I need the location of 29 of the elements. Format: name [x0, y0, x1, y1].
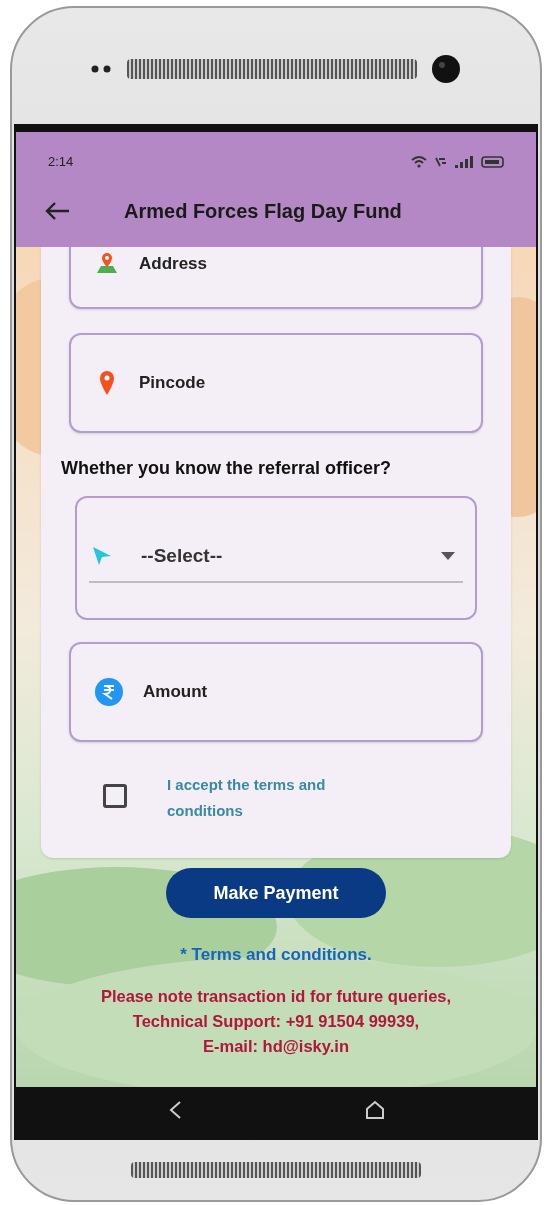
- dropdown-caret-icon: [441, 552, 455, 561]
- camera-icon: [431, 54, 461, 84]
- terms-label: I accept the terms and conditions: [167, 775, 327, 821]
- referral-dropdown[interactable]: --Select--: [75, 496, 477, 620]
- wifi-icon: [411, 154, 427, 169]
- field-label: Address: [139, 253, 208, 275]
- terms-checkbox[interactable]: [103, 784, 127, 808]
- pincode-field[interactable]: Pincode: [69, 333, 483, 433]
- select-placeholder: --Select--: [141, 544, 224, 568]
- notice-line: E-mail: hd@isky.in: [203, 1035, 349, 1057]
- home-nav-icon[interactable]: [364, 1100, 385, 1120]
- make-payment-button[interactable]: Make Payment: [166, 868, 386, 918]
- rupee-icon: [95, 678, 123, 706]
- battery-icon: [481, 154, 504, 169]
- back-arrow-icon[interactable]: [44, 200, 70, 221]
- address-field[interactable]: Address: [69, 247, 483, 309]
- signal-icon: [455, 154, 473, 169]
- sensor-dots-icon: [91, 65, 113, 73]
- field-label: Amount: [143, 681, 208, 704]
- notice-line: Technical Support: +91 91504 99939,: [132, 1010, 420, 1032]
- status-time: 2:14: [48, 153, 74, 171]
- question-text: Whether you know the referral officer?: [61, 457, 393, 480]
- location-person-icon: [95, 251, 119, 275]
- notice-line: Please note transaction id for future queries,: [100, 985, 452, 1007]
- back-nav-icon[interactable]: [167, 1100, 182, 1120]
- amount-field[interactable]: Amount: [69, 642, 483, 742]
- field-label: Pincode: [139, 372, 206, 395]
- app-title: Armed Forces Flag Day Fund: [124, 198, 402, 224]
- terms-link[interactable]: * Terms and conditions.: [180, 942, 372, 968]
